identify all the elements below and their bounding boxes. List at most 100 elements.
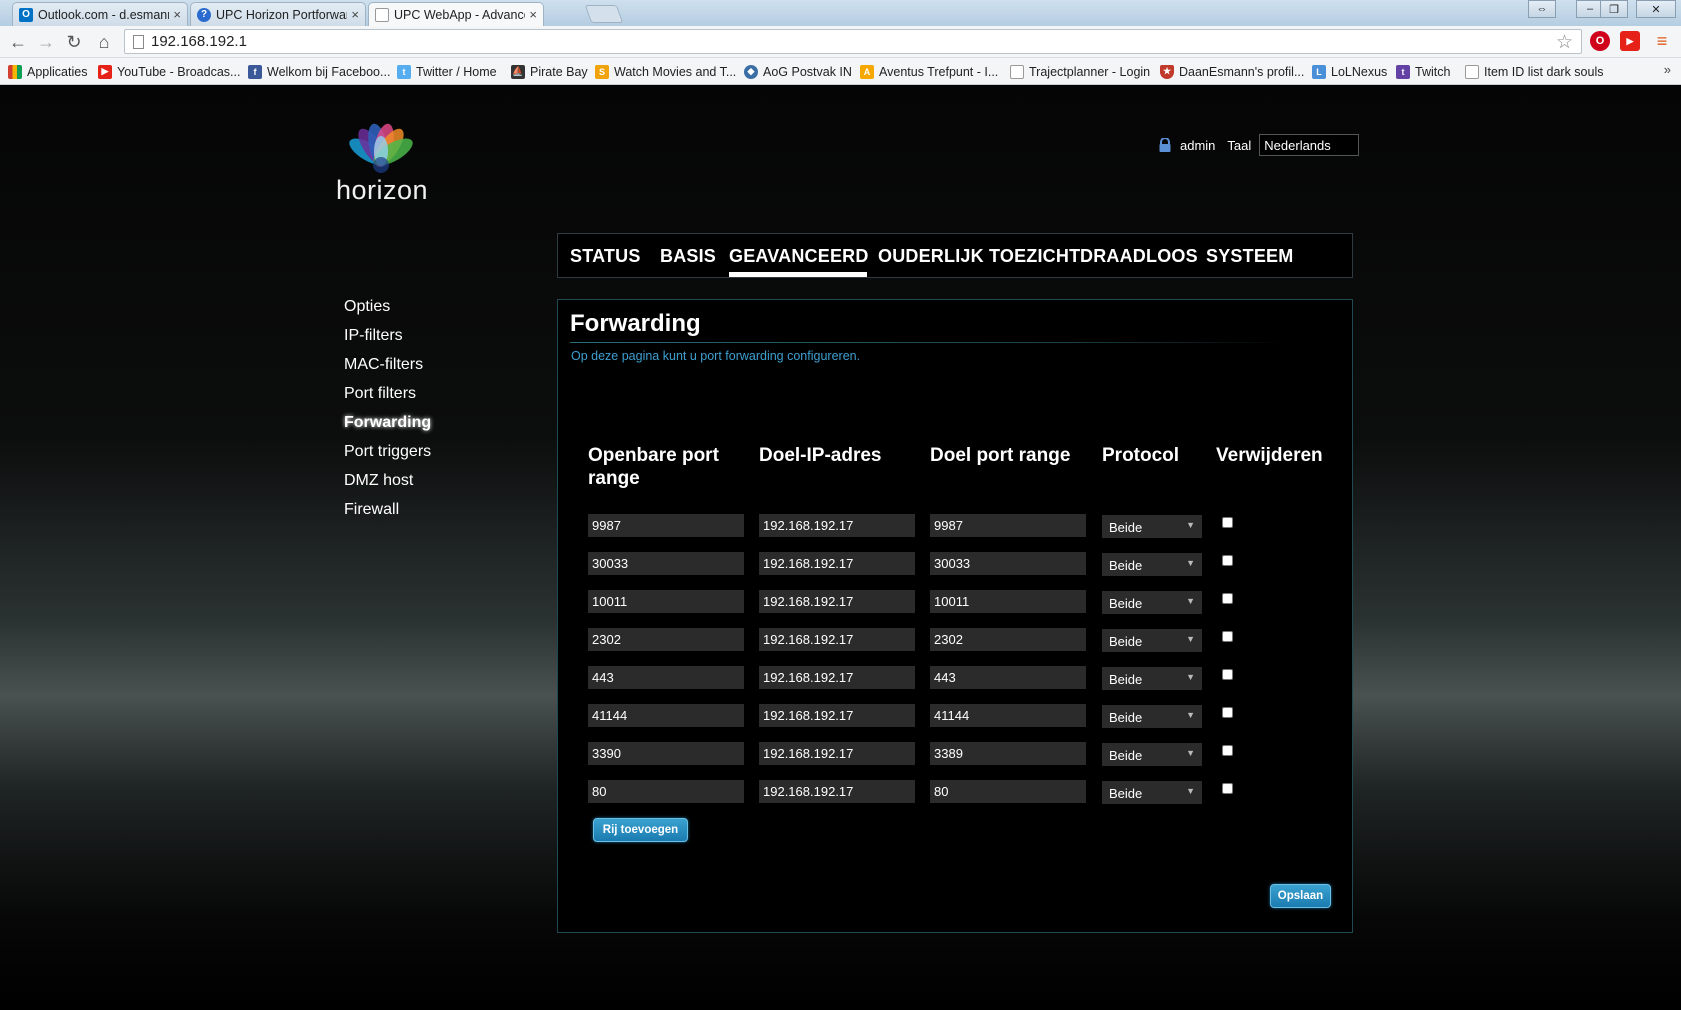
target-ip-input[interactable] xyxy=(759,628,915,651)
add-row-button[interactable]: Rij toevoegen xyxy=(593,818,688,842)
close-icon[interactable]: × xyxy=(351,7,359,22)
protocol-select[interactable]: Beide ▼ xyxy=(1102,591,1202,614)
sidebar-item-port-filters[interactable]: Port filters xyxy=(344,385,416,403)
reload-button[interactable]: ↻ xyxy=(62,30,86,54)
close-icon[interactable]: × xyxy=(173,7,181,22)
bookmark-item[interactable]: S Watch Movies and T... xyxy=(595,62,736,81)
bookmark-item[interactable]: L LoLNexus xyxy=(1312,62,1387,81)
save-button[interactable]: Opslaan xyxy=(1270,884,1331,908)
back-button[interactable]: ← xyxy=(6,30,30,54)
public-port-input[interactable] xyxy=(588,704,744,727)
delete-checkbox[interactable] xyxy=(1222,745,1233,756)
address-bar[interactable]: ☆ xyxy=(124,29,1582,54)
sidebar-item-ip-filters[interactable]: IP-filters xyxy=(344,327,403,345)
restore-button[interactable]: ❐ xyxy=(1600,0,1628,18)
delete-checkbox[interactable] xyxy=(1222,783,1233,794)
more-bookmarks-button[interactable]: » xyxy=(1664,62,1671,77)
target-port-input[interactable] xyxy=(930,780,1086,803)
sidebar-item-dmz-host[interactable]: DMZ host xyxy=(344,472,413,490)
public-port-input[interactable] xyxy=(588,628,744,651)
delete-checkbox[interactable] xyxy=(1222,593,1233,604)
new-tab-button[interactable] xyxy=(584,5,624,23)
target-port-input[interactable] xyxy=(930,704,1086,727)
pirate-ship-icon: ⛵ xyxy=(511,64,525,79)
bookmark-item[interactable]: t Twitch xyxy=(1396,62,1450,81)
bookmark-label: Item ID list dark souls xyxy=(1484,64,1604,79)
target-ip-input[interactable] xyxy=(759,590,915,613)
target-port-input[interactable] xyxy=(930,552,1086,575)
sidebar-item-firewall[interactable]: Firewall xyxy=(344,501,399,519)
bookmark-item[interactable]: ▶ YouTube - Broadcas... xyxy=(98,62,240,81)
window-switch-button[interactable]: ⇔ xyxy=(1528,0,1556,18)
opera-extension-icon[interactable]: O xyxy=(1590,31,1610,51)
protocol-select[interactable]: Beide ▼ xyxy=(1102,553,1202,576)
outlook-icon: O xyxy=(19,7,33,22)
target-ip-input[interactable] xyxy=(759,780,915,803)
tab-geavanceerd[interactable]: GEAVANCEERD xyxy=(729,246,869,267)
bookmark-item[interactable]: Trajectplanner - Login xyxy=(1010,62,1150,81)
protocol-select[interactable]: Beide ▼ xyxy=(1102,667,1202,690)
url-input[interactable] xyxy=(151,32,1531,51)
public-port-input[interactable] xyxy=(588,514,744,537)
bookmark-item[interactable]: Item ID list dark souls xyxy=(1465,62,1603,81)
menu-icon[interactable]: ≡ xyxy=(1652,31,1672,51)
tab-basis[interactable]: BASIS xyxy=(660,246,716,267)
bookmark-item[interactable]: f Welkom bij Faceboo... xyxy=(248,62,390,81)
table-row: Beide ▼ xyxy=(558,666,1354,690)
protocol-select[interactable]: Beide ▼ xyxy=(1102,743,1202,766)
tab-outlook[interactable]: O Outlook.com - d.esmann × xyxy=(12,2,188,26)
target-port-input[interactable] xyxy=(930,514,1086,537)
delete-checkbox[interactable] xyxy=(1222,555,1233,566)
bookmark-item[interactable]: ⛵ Pirate Bay xyxy=(511,62,588,81)
sidebar-item-mac-filters[interactable]: MAC-filters xyxy=(344,356,423,374)
public-port-input[interactable] xyxy=(588,590,744,613)
target-ip-input[interactable] xyxy=(759,666,915,689)
target-ip-input[interactable] xyxy=(759,552,915,575)
sidebar-item-port-triggers[interactable]: Port triggers xyxy=(344,443,431,461)
delete-checkbox[interactable] xyxy=(1222,517,1233,528)
bookmark-item[interactable]: Applicaties xyxy=(8,62,87,81)
tab-ouderlijk-toezicht[interactable]: OUDERLIJK TOEZICHT xyxy=(878,246,1080,267)
target-ip-input[interactable] xyxy=(759,514,915,537)
sidebar-item-forwarding[interactable]: Forwarding xyxy=(344,414,431,432)
target-port-input[interactable] xyxy=(930,742,1086,765)
delete-checkbox[interactable] xyxy=(1222,669,1233,680)
bookmark-item[interactable]: t Twitter / Home xyxy=(397,62,497,81)
forward-button[interactable]: → xyxy=(34,30,58,54)
star-icon[interactable]: ☆ xyxy=(1556,31,1573,54)
tab-status[interactable]: STATUS xyxy=(570,246,641,267)
target-port-input[interactable] xyxy=(930,590,1086,613)
public-port-input[interactable] xyxy=(588,666,744,689)
bookmark-label: DaanEsmann's profil... xyxy=(1179,64,1305,79)
sidebar-item-opties[interactable]: Opties xyxy=(344,298,390,316)
target-ip-input[interactable] xyxy=(759,742,915,765)
movie-icon: S xyxy=(595,64,609,79)
target-port-input[interactable] xyxy=(930,628,1086,651)
tab-systeem[interactable]: SYSTEEM xyxy=(1206,246,1293,267)
target-port-input[interactable] xyxy=(930,666,1086,689)
bookmark-item[interactable]: A Aventus Trefpunt - I... xyxy=(860,62,998,81)
close-window-button[interactable]: ✕ xyxy=(1636,0,1676,18)
protocol-select[interactable]: Beide ▼ xyxy=(1102,705,1202,728)
twitter-icon: t xyxy=(397,64,411,79)
close-icon[interactable]: × xyxy=(529,7,537,22)
tab-upc-webapp[interactable]: UPC WebApp - Advanced × xyxy=(368,2,544,26)
public-port-input[interactable] xyxy=(588,742,744,765)
tab-draadloos[interactable]: DRAADLOOS xyxy=(1080,246,1198,267)
protocol-select[interactable]: Beide ▼ xyxy=(1102,515,1202,538)
target-ip-input[interactable] xyxy=(759,704,915,727)
browser-toolbar: ← → ↻ ⌂ ☆ O ▶ ≡ xyxy=(0,26,1681,58)
public-port-input[interactable] xyxy=(588,780,744,803)
protocol-select[interactable]: Beide ▼ xyxy=(1102,781,1202,804)
bookmark-item[interactable]: ◆ AoG Postvak IN xyxy=(744,62,852,81)
bookmark-item[interactable]: ★ DaanEsmann's profil... xyxy=(1160,62,1304,81)
language-select[interactable]: Nederlands xyxy=(1259,134,1360,156)
protocol-select[interactable]: Beide ▼ xyxy=(1102,629,1202,652)
home-button[interactable]: ⌂ xyxy=(92,30,116,54)
youtube-extension-icon[interactable]: ▶ xyxy=(1620,31,1640,51)
delete-checkbox[interactable] xyxy=(1222,631,1233,642)
column-header-public-port: Openbare port range xyxy=(588,444,719,490)
tab-upc-portforwarding[interactable]: ? UPC Horizon Portforwardi × xyxy=(190,2,366,26)
public-port-input[interactable] xyxy=(588,552,744,575)
delete-checkbox[interactable] xyxy=(1222,707,1233,718)
